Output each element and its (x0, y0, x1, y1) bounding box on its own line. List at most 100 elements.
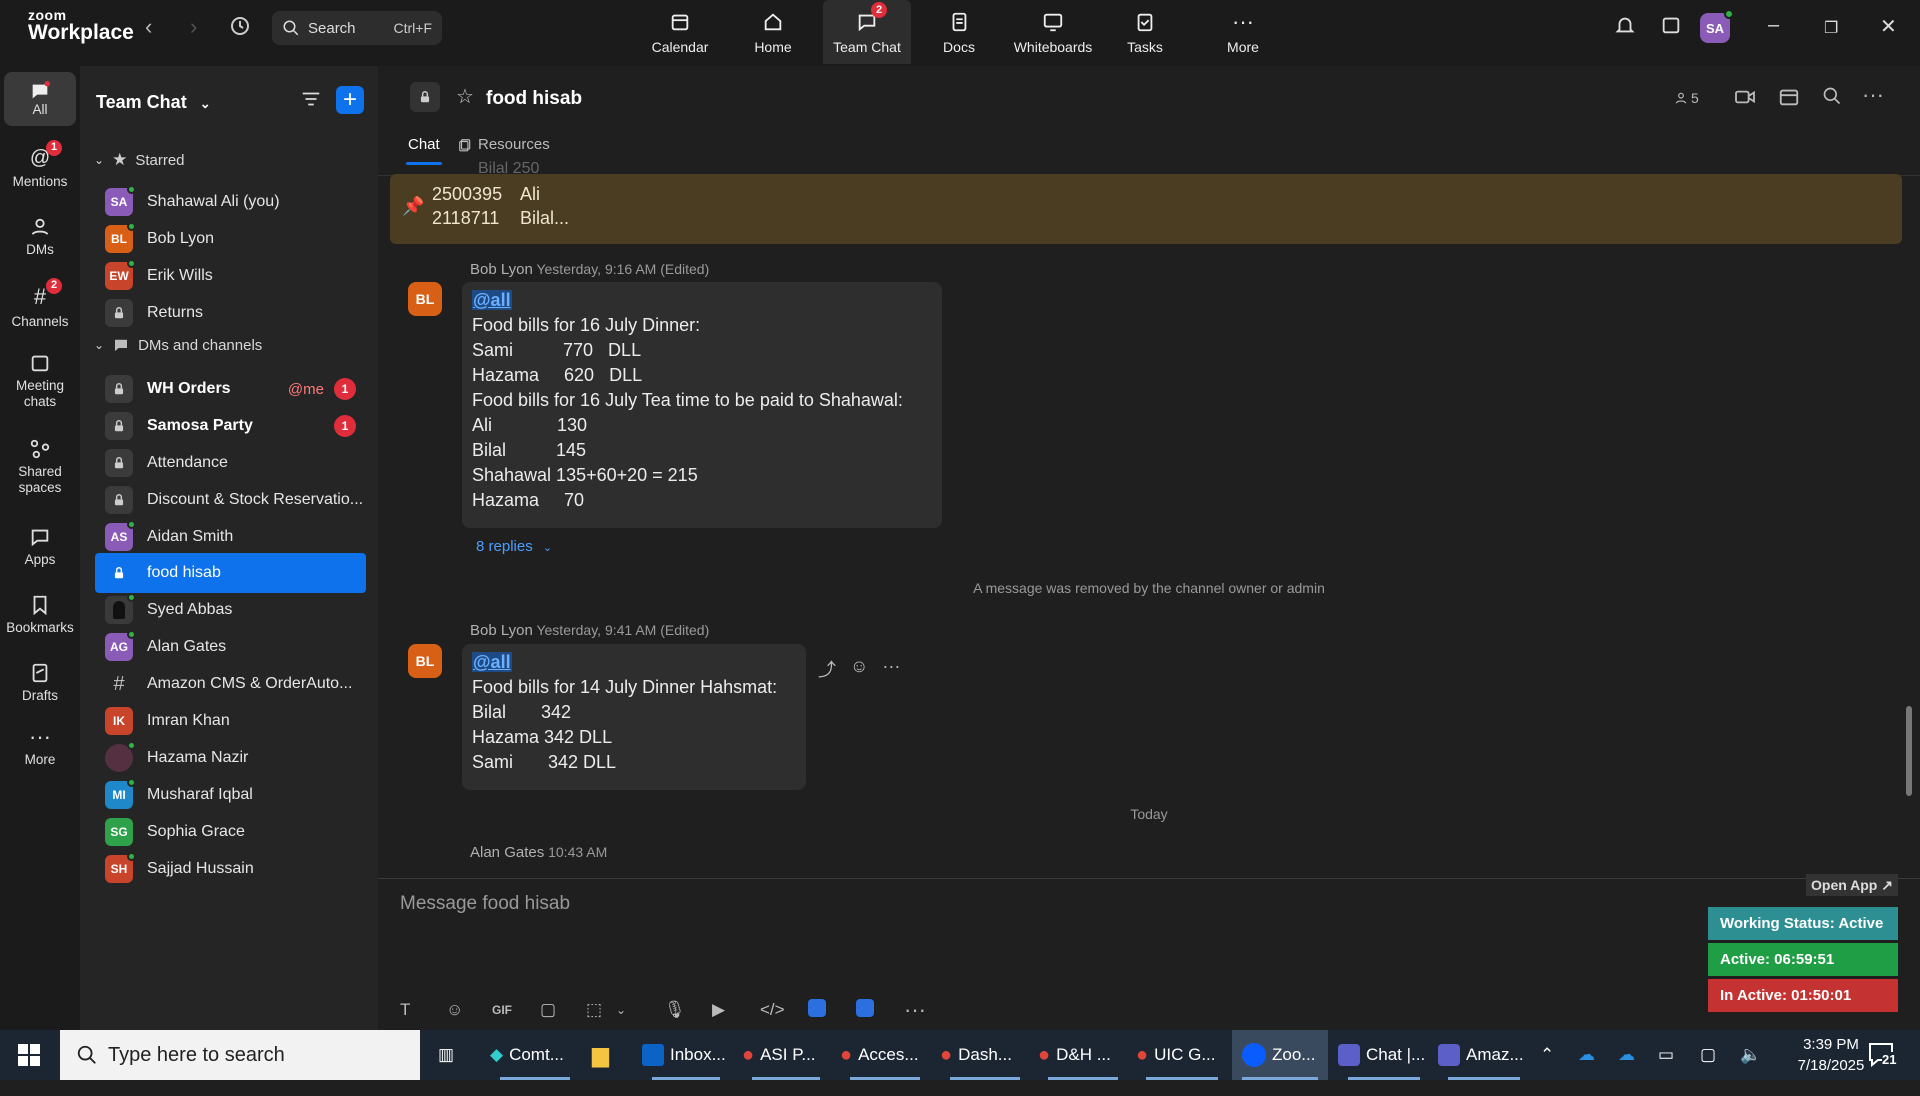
nav-whiteboards[interactable]: Whiteboards (1008, 0, 1098, 64)
forward-arrow-icon[interactable]: › (190, 14, 197, 40)
rail-more[interactable]: ··· More (4, 726, 76, 768)
search-icon[interactable] (1822, 86, 1842, 111)
rail-apps[interactable]: Apps (4, 526, 76, 568)
network-icon[interactable]: ▢ (1700, 1030, 1716, 1080)
app-icon-2[interactable] (856, 998, 904, 1022)
screenshot-icon[interactable]: ⬚ (586, 1000, 616, 1020)
message-author[interactable]: Alan Gates (470, 844, 544, 860)
message-bubble[interactable]: @all Food bills for 14 July Dinner Hahsm… (462, 644, 806, 790)
rail-drafts[interactable]: Drafts (4, 662, 76, 704)
text-format-icon[interactable]: T (400, 1000, 446, 1020)
search-input[interactable]: Search Ctrl+F (272, 11, 442, 45)
emoji-react-icon[interactable]: ☺ (850, 656, 868, 682)
message-input[interactable]: Message food hisab (400, 893, 570, 915)
onedrive-business-icon[interactable]: ☁ (1618, 1030, 1635, 1080)
sidebar-item-sajjad-hussain[interactable]: SH Sajjad Hussain (95, 849, 366, 889)
battery-icon[interactable]: ▭ (1658, 1030, 1674, 1080)
sidebar-item-discount-stock[interactable]: Discount & Stock Reservatio... (95, 480, 366, 520)
sidebar-item-food-hisab[interactable]: food hisab (95, 553, 366, 593)
sidebar-item-hazama-nazir[interactable]: Hazama Nazir (95, 738, 366, 778)
channel-title[interactable]: food hisab (486, 88, 582, 110)
taskbar-app-chrome-4[interactable]: ● D&H ... (1038, 1030, 1128, 1080)
restore-icon[interactable]: ❐ (1824, 18, 1838, 38)
nav-tasks[interactable]: Tasks (1102, 0, 1188, 64)
mention-all[interactable]: @all (472, 290, 512, 310)
more-options-icon[interactable]: ··· (882, 656, 900, 682)
nav-team-chat[interactable]: 2 Team Chat (823, 0, 911, 64)
sidebar-item-amazon-cms[interactable]: # Amazon CMS & OrderAuto... (95, 664, 366, 704)
taskbar-app-outlook[interactable]: Inbox... (642, 1030, 730, 1080)
nav-docs[interactable]: Docs (916, 0, 1002, 64)
back-arrow-icon[interactable]: ‹ (145, 14, 152, 40)
chevron-down-icon[interactable]: ⌄ (616, 1003, 664, 1017)
taskbar-search-input[interactable]: Type here to search (60, 1030, 420, 1080)
tab-chat[interactable]: Chat (406, 136, 442, 165)
sidebar-item-samosa-party[interactable]: Samosa Party 1 (95, 406, 366, 446)
members-button[interactable]: 5 (1674, 90, 1699, 106)
volume-icon[interactable]: 🔈 (1740, 1030, 1761, 1080)
message-author[interactable]: Bob Lyon (470, 622, 533, 639)
sidebar-item-attendance[interactable]: Attendance (95, 443, 366, 483)
sidebar-item-imran-khan[interactable]: IK Imran Khan (95, 701, 366, 741)
taskbar-app-comt[interactable]: ◆ Comt... (490, 1030, 580, 1080)
filter-icon[interactable] (300, 88, 322, 115)
team-chat-title[interactable]: Team Chat ⌄ (96, 92, 211, 113)
avatar[interactable]: BL (408, 282, 442, 316)
scrollbar-thumb[interactable] (1906, 706, 1912, 796)
sidebar-item-bob-lyon[interactable]: BL Bob Lyon (95, 219, 366, 259)
sidebar-item-musharaf-iqbal[interactable]: MI Musharaf Iqbal (95, 775, 366, 815)
calendar-status-icon[interactable] (1660, 14, 1682, 42)
video-message-icon[interactable]: ▶ (712, 1000, 760, 1020)
avatar[interactable]: BL (408, 644, 442, 678)
taskbar-app-teams-2[interactable]: Amaz... (1438, 1030, 1530, 1080)
video-icon[interactable] (1734, 88, 1756, 111)
rail-dms[interactable]: DMs (4, 216, 76, 258)
emoji-icon[interactable]: ☺ (446, 1000, 492, 1020)
rail-mentions[interactable]: @ 1 Mentions (4, 140, 76, 190)
file-icon[interactable]: ▢ (540, 1000, 586, 1020)
schedule-icon[interactable] (1778, 86, 1800, 113)
starred-section-header[interactable]: ⌄ ★ Starred (94, 150, 185, 170)
nav-more[interactable]: ··· More (1200, 0, 1286, 64)
replies-link[interactable]: 8 replies ⌄ (476, 538, 552, 555)
sidebar-item-wh-orders[interactable]: WH Orders @me 1 (95, 369, 366, 409)
tray-chevron-up-icon[interactable]: ⌃ (1540, 1030, 1554, 1080)
rail-shared-spaces[interactable]: Shared spaces (4, 438, 76, 496)
zoom-workplace-logo[interactable]: zoom Workplace (28, 8, 134, 43)
gif-button[interactable]: GIF (492, 1003, 540, 1017)
mention-all[interactable]: @all (472, 652, 512, 672)
notification-center-icon[interactable]: 21 (1868, 1042, 1897, 1073)
task-view-icon[interactable]: ▥ (438, 1030, 454, 1080)
message-author[interactable]: Bob Lyon (470, 261, 533, 278)
onedrive-icon[interactable]: ☁ (1578, 1030, 1595, 1080)
sidebar-item-syed-abbas[interactable]: Syed Abbas (95, 590, 366, 630)
message-bubble[interactable]: @all Food bills for 16 July Dinner: Sami… (462, 282, 942, 528)
user-avatar[interactable]: SA (1700, 9, 1734, 43)
taskbar-app-chrome-1[interactable]: ● ASI P... (742, 1030, 830, 1080)
taskbar-app-explorer[interactable]: ▆ (592, 1030, 632, 1080)
taskbar-app-chrome-5[interactable]: ● UIC G... (1136, 1030, 1228, 1080)
rail-meeting-chats[interactable]: Meeting chats (4, 352, 76, 410)
new-chat-button[interactable]: + (336, 86, 364, 114)
more-options-icon[interactable]: ··· (1862, 82, 1884, 108)
sidebar-item-alan-gates[interactable]: AG Alan Gates (95, 627, 366, 667)
sidebar-item-erik-wills[interactable]: EW Erik Wills (95, 256, 366, 296)
taskbar-app-chrome-2[interactable]: ● Acces... (840, 1030, 930, 1080)
code-snippet-icon[interactable]: </> (760, 1000, 808, 1020)
minimize-icon[interactable]: – (1768, 14, 1779, 37)
sidebar-item-aidan-smith[interactable]: AS Aidan Smith (95, 517, 366, 557)
sidebar-item-returns[interactable]: Returns (95, 293, 366, 333)
windows-start-icon[interactable] (18, 1044, 40, 1071)
microphone-icon[interactable]: 🎙 (664, 1000, 712, 1020)
taskbar-app-teams-1[interactable]: Chat |... (1338, 1030, 1430, 1080)
open-app-button[interactable]: Open App ↗ (1806, 874, 1898, 896)
taskbar-app-chrome-3[interactable]: ● Dash... (940, 1030, 1030, 1080)
rail-bookmarks[interactable]: Bookmarks (4, 594, 76, 636)
nav-calendar[interactable]: Calendar (637, 0, 723, 64)
tab-resources[interactable]: Resources (458, 136, 550, 153)
sidebar-item-sophia-grace[interactable]: SG Sophia Grace (95, 812, 366, 852)
taskbar-app-zoom[interactable]: Zoo... (1232, 1030, 1328, 1080)
rail-all[interactable]: All (4, 72, 76, 127)
close-icon[interactable]: ✕ (1880, 14, 1897, 39)
pinned-message[interactable]: 📌 2500395 Ali 2118711 Bilal... (390, 174, 1902, 244)
